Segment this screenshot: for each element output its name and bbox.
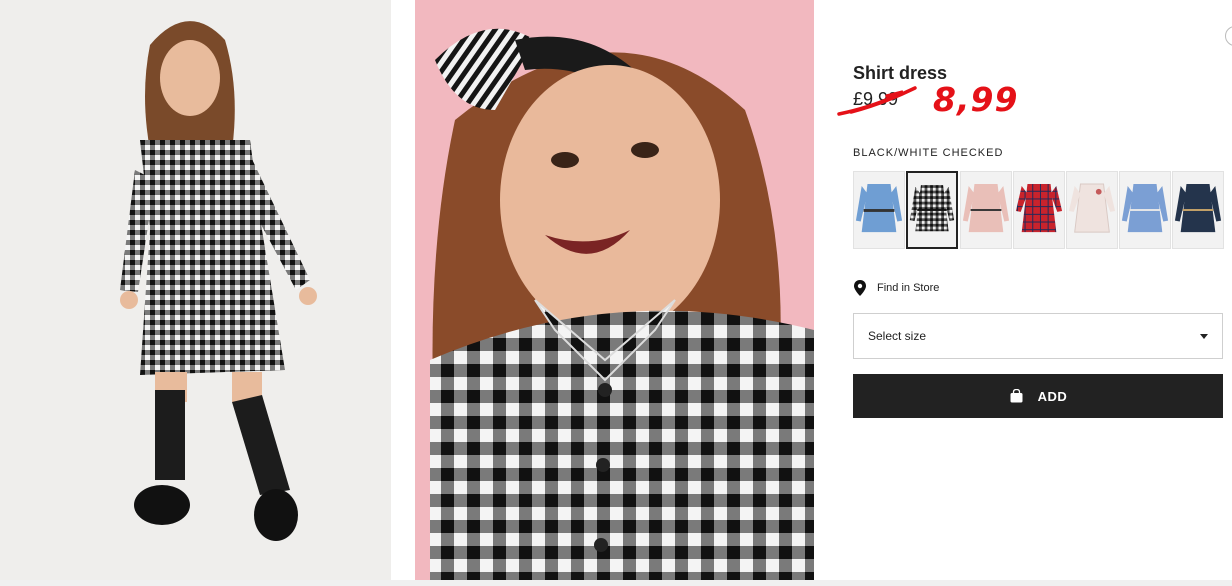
bottom-divider <box>0 580 1232 586</box>
selected-color-name: BLACK/WHITE CHECKED <box>853 147 1004 159</box>
map-pin-icon <box>854 280 866 296</box>
swatch-light-blue-denim[interactable] <box>853 171 905 249</box>
size-select-label: Select size <box>868 329 927 343</box>
color-swatch-list <box>853 171 1232 249</box>
chevron-down-icon <box>1200 333 1208 339</box>
swatch-light-pink[interactable] <box>960 171 1012 249</box>
product-image-close-up[interactable] <box>415 0 814 580</box>
product-details: Shirt dress £9.99 8,99 BLACK/WHITE CHECK… <box>837 0 1232 580</box>
find-in-store-label: Find in Store <box>877 282 940 294</box>
swatch-dark-blue[interactable] <box>1172 171 1224 249</box>
shopping-bag-icon <box>1010 389 1023 403</box>
swatch-black-white-checked[interactable] <box>906 171 958 249</box>
swatch-white-patterned[interactable] <box>1066 171 1118 249</box>
add-to-bag-button[interactable]: ADD <box>853 374 1223 418</box>
product-image-full-body[interactable] <box>0 0 391 580</box>
swatch-blue[interactable] <box>1119 171 1171 249</box>
add-button-label: ADD <box>1037 388 1068 404</box>
model-illustration <box>0 0 391 580</box>
model-close-up-illustration <box>415 0 814 580</box>
size-select-dropdown[interactable]: Select size <box>853 313 1223 359</box>
sale-price: 8,99 <box>933 80 1019 119</box>
swatch-red-checked[interactable] <box>1013 171 1065 249</box>
find-in-store-link[interactable]: Find in Store <box>853 279 939 297</box>
price-strikethrough-mark <box>837 86 917 116</box>
